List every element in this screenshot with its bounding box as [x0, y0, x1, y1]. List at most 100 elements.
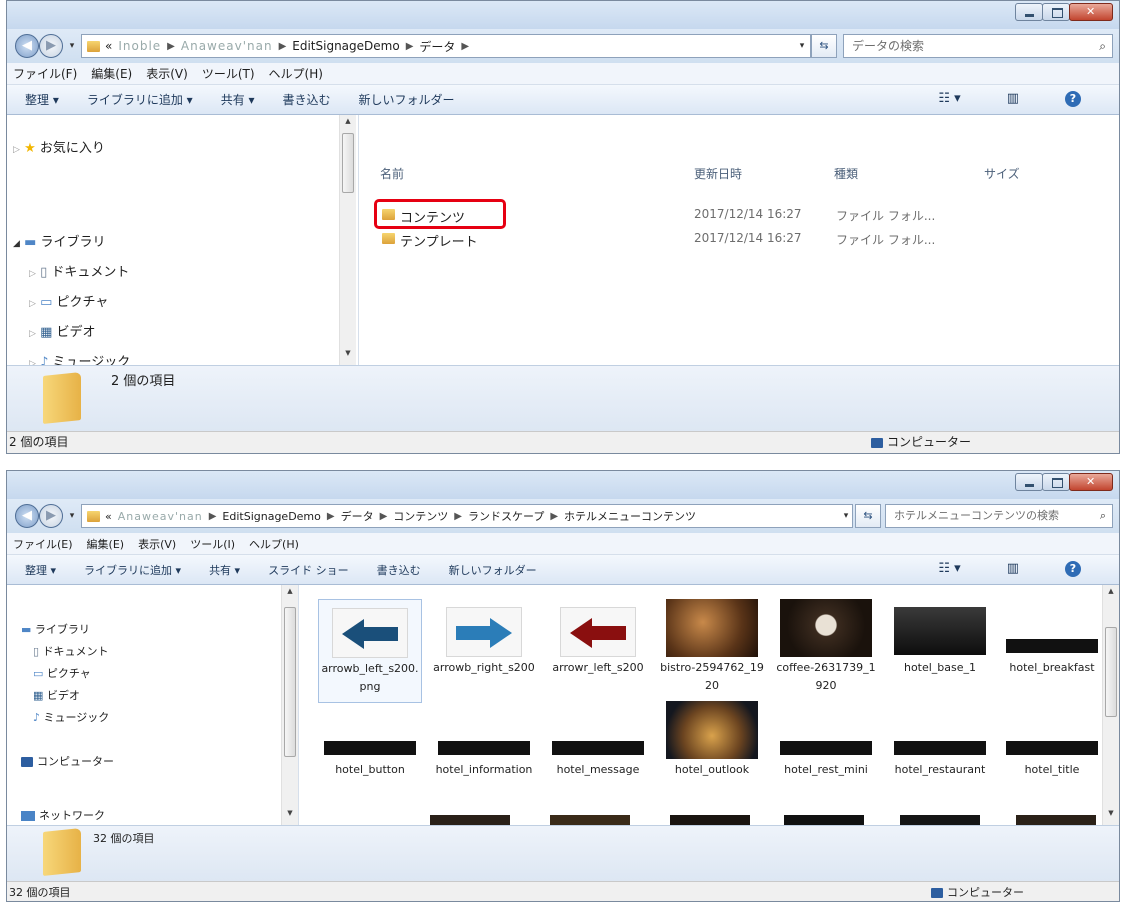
breadcrumb-separator-icon[interactable]: ▶	[327, 511, 335, 522]
search-input[interactable]: データの検索 ⌕	[843, 34, 1113, 58]
breadcrumb-overflow[interactable]: «	[105, 39, 112, 53]
new-folder-button[interactable]: 新しいフォルダー	[449, 562, 537, 578]
organize-button[interactable]: 整理 ▾	[25, 91, 59, 108]
burn-button[interactable]: 書き込む	[377, 562, 421, 578]
nav-item-favorites[interactable]: ▷ ★ お気に入り	[13, 137, 105, 156]
breadcrumb-item[interactable]: ホテルメニューコンテンツ	[564, 508, 696, 524]
breadcrumb-separator-icon[interactable]: ▶	[406, 41, 414, 52]
refresh-icon[interactable]: ⇆	[811, 34, 837, 58]
nav-item-documents[interactable]: ▯ ドキュメント	[33, 643, 109, 659]
file-thumbnail[interactable]: arrowr_left_s200	[546, 599, 650, 703]
organize-button[interactable]: 整理 ▾	[25, 562, 56, 578]
search-icon[interactable]: ⌕	[1100, 505, 1106, 527]
column-name[interactable]: 名前	[380, 165, 404, 182]
nav-item-documents[interactable]: ▷ ▯ ドキュメント	[29, 261, 129, 280]
file-thumbnail[interactable]: hotel_information	[432, 701, 536, 805]
breadcrumb-separator-icon[interactable]: ▶	[167, 41, 175, 52]
file-row[interactable]: テンプレート 2017/12/14 16:27 ファイル フォル...	[360, 229, 1119, 250]
recent-pages-dropdown-icon[interactable]: ▾	[63, 34, 81, 58]
new-folder-button[interactable]: 新しいフォルダー	[359, 91, 455, 108]
breadcrumb-separator-icon[interactable]: ▶	[209, 511, 217, 522]
collapse-arrow-icon[interactable]: ◢	[13, 239, 20, 249]
breadcrumb-item[interactable]: Anaweav'nan	[118, 510, 203, 523]
menu-edit[interactable]: 編集(E)	[91, 65, 132, 82]
refresh-icon[interactable]: ⇆	[855, 504, 881, 528]
file-name[interactable]: テンプレート	[400, 231, 478, 250]
file-thumbnail[interactable]: hotel_message	[546, 701, 650, 805]
address-bar[interactable]: « Anaweav'nan ▶ EditSignageDemo ▶ データ ▶ …	[81, 504, 853, 528]
scroll-up-icon[interactable]: ▲	[340, 117, 356, 131]
scroll-thumb[interactable]	[342, 133, 354, 193]
preview-pane-icon[interactable]: ▥	[1007, 91, 1019, 107]
menu-file[interactable]: ファイル(F)	[13, 65, 77, 82]
maximize-button[interactable]	[1042, 473, 1070, 491]
minimize-button[interactable]	[1015, 3, 1043, 21]
file-thumbnail[interactable]: arrowb_right_s200	[432, 599, 536, 703]
breadcrumb-item[interactable]: Inoble	[118, 39, 161, 53]
add-to-library-button[interactable]: ライブラリに追加 ▾	[87, 91, 193, 108]
preview-pane-icon[interactable]: ▥	[1007, 561, 1019, 577]
nav-item-computer[interactable]: コンピューター	[21, 753, 114, 769]
menu-tools[interactable]: ツール(T)	[202, 65, 255, 82]
column-size[interactable]: サイズ	[984, 165, 1020, 182]
expand-arrow-icon[interactable]: ▷	[29, 269, 36, 279]
nav-scrollbar[interactable]: ▲ ▼	[339, 115, 356, 365]
scroll-up-icon[interactable]: ▲	[1103, 587, 1119, 601]
scroll-down-icon[interactable]: ▼	[1103, 809, 1119, 823]
file-thumbnail[interactable]: hotel_title	[1000, 701, 1104, 805]
menu-edit[interactable]: 編集(E)	[87, 536, 125, 552]
close-button[interactable]	[1069, 473, 1113, 491]
breadcrumb-item[interactable]: データ	[341, 508, 374, 524]
column-date[interactable]: 更新日時	[694, 165, 742, 182]
search-input[interactable]: ホテルメニューコンテンツの検索 ⌕	[885, 504, 1113, 528]
breadcrumb-overflow[interactable]: «	[105, 510, 112, 523]
breadcrumb-separator-icon[interactable]: ▶	[454, 511, 462, 522]
scroll-thumb[interactable]	[1105, 627, 1117, 717]
back-arrow-icon[interactable]: ◀	[15, 504, 39, 528]
expand-arrow-icon[interactable]: ▷	[13, 145, 20, 155]
forward-arrow-icon[interactable]: ▶	[39, 504, 63, 528]
minimize-button[interactable]	[1015, 473, 1043, 491]
file-thumbnail[interactable]: hotel_button	[318, 701, 422, 805]
menu-view[interactable]: 表示(V)	[146, 65, 188, 82]
file-thumbnail[interactable]: hotel_outlook	[660, 701, 764, 805]
share-button[interactable]: 共有 ▾	[209, 562, 240, 578]
nav-item-network[interactable]: ネットワーク	[21, 807, 105, 823]
scroll-down-icon[interactable]: ▼	[340, 349, 356, 363]
scroll-down-icon[interactable]: ▼	[282, 809, 298, 823]
help-icon[interactable]: ?	[1065, 91, 1081, 107]
content-scrollbar[interactable]: ▲ ▼	[1102, 585, 1119, 825]
nav-item-pictures[interactable]: ▭ ピクチャ	[33, 665, 91, 681]
breadcrumb-item[interactable]: ランドスケープ	[468, 508, 544, 524]
add-to-library-button[interactable]: ライブラリに追加 ▾	[84, 562, 181, 578]
slideshow-button[interactable]: スライド ショー	[268, 562, 349, 578]
view-options-icon[interactable]: ☷ ▾	[938, 91, 960, 107]
menu-view[interactable]: 表示(V)	[138, 536, 176, 552]
nav-item-pictures[interactable]: ▷ ▭ ピクチャ	[29, 291, 108, 310]
file-thumbnail[interactable]: hotel_breakfast	[1000, 599, 1104, 703]
breadcrumb-separator-icon[interactable]: ▶	[550, 511, 558, 522]
menu-tools[interactable]: ツール(I)	[190, 536, 235, 552]
view-options-icon[interactable]: ☷ ▾	[938, 561, 960, 577]
breadcrumb-separator-icon[interactable]: ▶	[461, 41, 469, 52]
menu-help[interactable]: ヘルプ(H)	[269, 65, 323, 82]
breadcrumb-item[interactable]: EditSignageDemo	[292, 39, 399, 53]
breadcrumb-item[interactable]: Anaweav'nan	[181, 39, 273, 53]
address-bar[interactable]: « Inoble ▶ Anaweav'nan ▶ EditSignageDemo…	[81, 34, 811, 58]
file-thumbnail[interactable]: bistro-2594762_1920	[660, 599, 764, 703]
share-button[interactable]: 共有 ▾	[221, 91, 255, 108]
breadcrumb-separator-icon[interactable]: ▶	[380, 511, 388, 522]
scroll-up-icon[interactable]: ▲	[282, 587, 298, 601]
expand-arrow-icon[interactable]: ▷	[29, 329, 36, 339]
column-type[interactable]: 種類	[834, 165, 858, 182]
nav-item-videos[interactable]: ▦ ビデオ	[33, 687, 80, 703]
file-thumbnail[interactable]: coffee-2631739_1920	[774, 599, 878, 703]
burn-button[interactable]: 書き込む	[283, 91, 331, 108]
file-thumbnail[interactable]: hotel_base_1	[888, 599, 992, 703]
back-arrow-icon[interactable]: ◀	[15, 34, 39, 58]
nav-item-libraries[interactable]: ▬ ライブラリ	[21, 621, 90, 637]
nav-item-music[interactable]: ▷ ♪ ミュージック	[29, 351, 130, 365]
search-icon[interactable]: ⌕	[1099, 35, 1106, 57]
menu-file[interactable]: ファイル(E)	[13, 536, 73, 552]
scroll-thumb[interactable]	[284, 607, 296, 757]
